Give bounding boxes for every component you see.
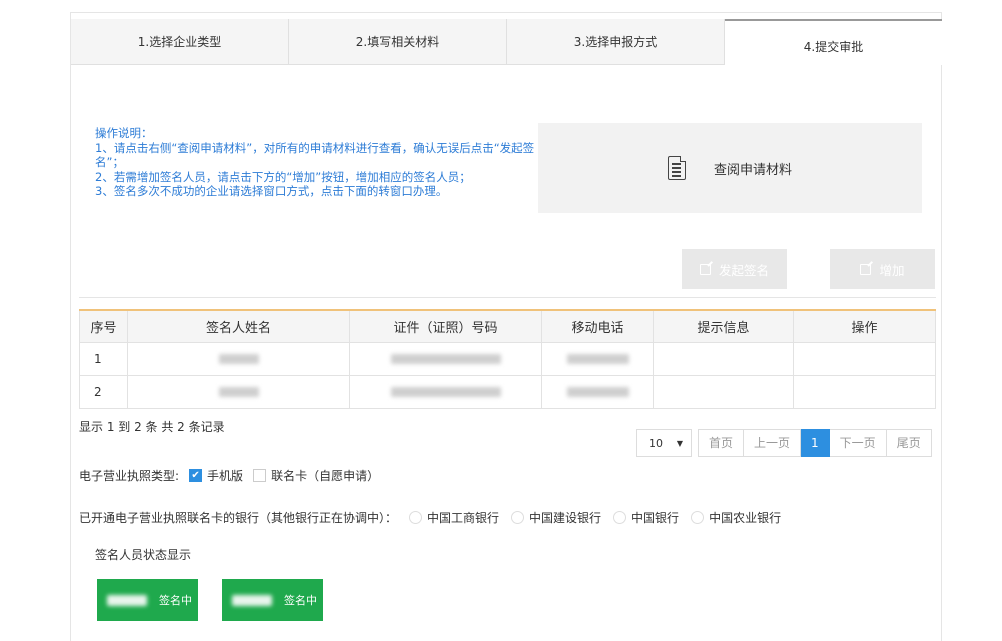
signer-table: 序号 签名人姓名 证件（证照）号码 移动电话 提示信息 操作 1 2 xyxy=(79,309,936,409)
page-size-select[interactable]: 10 ▼ xyxy=(636,429,692,457)
document-icon xyxy=(667,155,687,180)
signer-status-card[interactable]: 签名中 xyxy=(222,579,323,621)
bank-option-boc: 中国银行 xyxy=(631,511,680,525)
header-operation: 操作 xyxy=(793,309,936,343)
row-index: 2 xyxy=(79,374,128,409)
main-panel: 1.选择企业类型 2.填写相关材料 3.选择申报方式 4.提交审批 操作说明： … xyxy=(70,12,942,641)
id-number-redacted xyxy=(349,374,542,409)
add-signer-label: 增加 xyxy=(879,262,905,278)
signer-name-redacted xyxy=(232,594,272,606)
tab-step-1[interactable]: 1.选择企业类型 xyxy=(71,19,289,65)
view-materials-button[interactable]: 查阅申请材料 xyxy=(538,123,922,213)
start-sign-button[interactable]: 发起签名 xyxy=(682,249,787,289)
page-size-value: 10 xyxy=(649,436,663,450)
first-page-button[interactable]: 首页 xyxy=(698,429,745,457)
view-materials-label: 查阅申请材料 xyxy=(713,162,792,178)
signer-name-redacted xyxy=(107,594,147,606)
check-icon: ✔ xyxy=(191,469,200,481)
current-page-button[interactable]: 1 xyxy=(801,429,830,457)
id-number-redacted xyxy=(349,341,542,376)
records-summary: 显示 1 到 2 条 共 2 条记录 xyxy=(79,420,225,434)
signer-name-redacted xyxy=(127,341,350,376)
co-branded-card-checkbox[interactable] xyxy=(253,469,267,482)
next-page-button[interactable]: 下一页 xyxy=(829,429,887,457)
header-index: 序号 xyxy=(79,309,128,343)
header-mobile: 移动电话 xyxy=(541,309,654,343)
header-name: 签名人姓名 xyxy=(127,309,350,343)
signer-status-text: 签名中 xyxy=(284,594,317,607)
bank-row: 已开通电子营业执照联名卡的银行（其他银行正在协调中）： 中国工商银行 中国建设银… xyxy=(79,509,781,526)
header-id-number: 证件（证照）号码 xyxy=(349,309,542,343)
bank-option-abc: 中国农业银行 xyxy=(709,511,782,525)
instructions-line-1: 1、请点击右侧“查阅申请材料”，对所有的申请材料进行查看，确认无误后点击“发起签… xyxy=(95,140,535,170)
instructions-line-2: 2、若需增加签名人员，请点击下方的“增加”按钮，增加相应的签名人员； xyxy=(95,169,471,184)
edit-icon xyxy=(860,263,872,275)
tab-step-4[interactable]: 4.提交审批 xyxy=(725,19,942,65)
row-operation xyxy=(793,374,936,409)
bank-option-ccb: 中国建设银行 xyxy=(529,511,602,525)
instructions: 操作说明： 1、请点击右侧“查阅申请材料”，对所有的申请材料进行查看，确认无误后… xyxy=(95,126,535,199)
instructions-title: 操作说明： xyxy=(95,126,153,140)
header-hint: 提示信息 xyxy=(653,309,794,343)
mobile-version-checkbox[interactable]: ✔ xyxy=(189,469,203,482)
step-tabs: 1.选择企业类型 2.填写相关材料 3.选择申报方式 4.提交审批 xyxy=(71,19,942,65)
bank-radio-icbc[interactable] xyxy=(409,511,423,524)
divider xyxy=(79,297,936,298)
pagination: 10 ▼ 首页 上一页 1 下一页 尾页 xyxy=(636,429,932,457)
bank-radio-boc[interactable] xyxy=(613,511,627,524)
row-index: 1 xyxy=(79,341,128,376)
row-hint xyxy=(653,374,794,409)
bank-label: 已开通电子营业执照联名卡的银行（其他银行正在协调中）： xyxy=(79,511,398,525)
start-sign-label: 发起签名 xyxy=(718,262,769,278)
signer-status-card[interactable]: 签名中 xyxy=(97,579,198,621)
table-row: 1 xyxy=(79,341,936,376)
instructions-line-3: 3、签名多次不成功的企业请选择窗口方式，点击下面的转窗口办理。 xyxy=(95,184,448,198)
row-hint xyxy=(653,341,794,376)
signer-status-text: 签名中 xyxy=(159,594,192,607)
table-header-row: 序号 签名人姓名 证件（证照）号码 移动电话 提示信息 操作 xyxy=(79,309,936,343)
tab-step-2[interactable]: 2.填写相关材料 xyxy=(289,19,507,65)
signer-name-redacted xyxy=(127,374,350,409)
tab-step-3[interactable]: 3.选择申报方式 xyxy=(507,19,725,65)
bank-radio-ccb[interactable] xyxy=(511,511,525,524)
license-type-label: 电子营业执照类型: xyxy=(79,469,180,483)
mobile-version-label: 手机版 xyxy=(207,469,244,483)
prev-page-button[interactable]: 上一页 xyxy=(744,429,802,457)
co-branded-card-label: 联名卡（自愿申请） xyxy=(271,469,380,483)
row-operation xyxy=(793,341,936,376)
signer-status-title: 签名人员状态显示 xyxy=(95,548,192,562)
mobile-redacted xyxy=(541,374,654,409)
table-row: 2 xyxy=(79,374,936,409)
last-page-button[interactable]: 尾页 xyxy=(886,429,932,457)
add-signer-button[interactable]: 增加 xyxy=(830,249,935,289)
edit-icon xyxy=(699,263,711,275)
caret-down-icon: ▼ xyxy=(676,438,683,448)
license-type-row: 电子营业执照类型: ✔ 手机版 联名卡（自愿申请） xyxy=(79,467,379,484)
bank-radio-abc[interactable] xyxy=(691,511,705,524)
mobile-redacted xyxy=(541,341,654,376)
bank-option-icbc: 中国工商银行 xyxy=(427,511,500,525)
